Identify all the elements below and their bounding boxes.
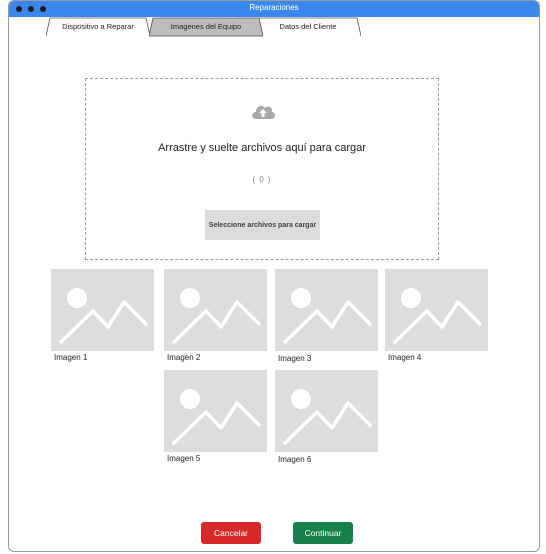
dropzone-instructions: Arrastre y suelte archivos aquí para car… [158,142,366,154]
image-label-6: Imagen 6 [278,455,312,464]
image-label-3: Imagen 3 [278,354,312,363]
image-placeholder-icon [172,288,261,344]
image-placeholder-icon [172,389,261,445]
image-placeholder-icon [283,389,372,445]
image-placeholder-icon [59,288,148,344]
image-slot-1[interactable] [51,269,154,351]
cloud-upload-icon [252,105,275,119]
image-label-1: Imagen 1 [54,353,88,362]
image-label-2: Imagen 2 [167,353,201,362]
tab-imagenes-del-equipo[interactable]: Imagenes del Equipo [149,17,263,37]
app-window: Reparaciones Dispositivo a Reparar Datos… [8,0,540,552]
title-bar: Reparaciones [9,1,539,17]
file-counter: ( 0 ) [252,175,272,184]
cancel-button[interactable]: Cancelar [201,522,261,544]
file-dropzone[interactable]: Arrastre y suelte archivos aquí para car… [85,78,439,260]
image-placeholder-icon [393,288,482,344]
tab-dispositivo-a-reparar[interactable]: Dispositivo a Reparar [46,17,150,37]
image-slot-2[interactable] [164,269,267,351]
continue-button[interactable]: Continuar [293,522,353,544]
tab-label: Datos del Cliente [279,22,337,31]
image-slot-4[interactable] [385,269,488,351]
image-slot-5[interactable] [164,370,267,452]
window-title: Reparaciones [249,3,299,12]
image-slot-6[interactable] [275,370,378,452]
image-label-4: Imagen 4 [388,353,422,362]
image-placeholder-icon [283,288,372,344]
image-label-5: Imagen 5 [167,454,201,463]
tab-bar: Dispositivo a Reparar Datos del Cliente … [9,17,539,39]
image-slot-3[interactable] [275,269,378,351]
tab-label: Dispositivo a Reparar [62,22,134,31]
select-files-button[interactable]: Seleccione archivos para cargar [205,210,320,240]
tab-label: Imagenes del Equipo [170,22,242,31]
tab-datos-del-cliente[interactable]: Datos del Cliente [255,17,361,37]
